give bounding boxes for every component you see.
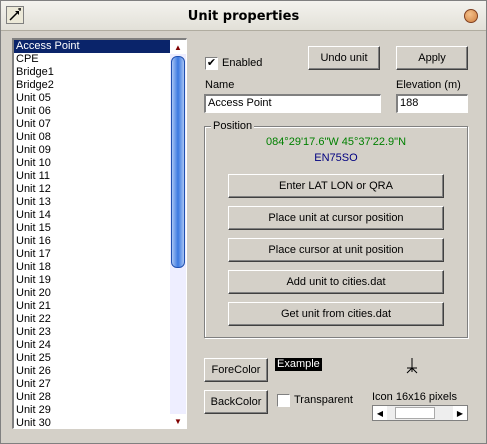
elevation-field[interactable]: 188 — [396, 94, 468, 113]
list-item[interactable]: Unit 27 — [14, 378, 170, 391]
list-item[interactable]: Unit 18 — [14, 261, 170, 274]
list-item[interactable]: Bridge1 — [14, 66, 170, 79]
get-unit-from-cities-button[interactable]: Get unit from cities.dat — [228, 302, 444, 326]
list-item[interactable]: Unit 13 — [14, 196, 170, 209]
list-item[interactable]: Unit 15 — [14, 222, 170, 235]
example-preview: Example — [275, 358, 322, 371]
list-item[interactable]: Unit 06 — [14, 105, 170, 118]
position-group-title: Position — [211, 120, 255, 132]
window-title: Unit properties — [187, 9, 300, 24]
list-item[interactable]: Unit 10 — [14, 157, 170, 170]
name-field[interactable]: Access Point — [204, 94, 381, 113]
list-item[interactable]: CPE — [14, 53, 170, 66]
unit-symbol-icon — [406, 358, 418, 374]
list-item[interactable]: Unit 08 — [14, 131, 170, 144]
scroll-right-icon[interactable]: ▶ — [453, 406, 467, 420]
list-item[interactable]: Unit 29 — [14, 404, 170, 417]
scroll-left-icon[interactable]: ◀ — [373, 406, 387, 420]
enabled-checkbox[interactable]: ✔ — [205, 57, 218, 70]
list-item[interactable]: Unit 07 — [14, 118, 170, 131]
list-item[interactable]: Unit 26 — [14, 365, 170, 378]
list-item[interactable]: Unit 17 — [14, 248, 170, 261]
list-scrollbar[interactable]: ▲ ▼ — [170, 40, 186, 428]
list-item[interactable]: Access Point — [14, 40, 170, 53]
checkmark-icon: ✔ — [206, 57, 217, 69]
enter-latlon-button[interactable]: Enter LAT LON or QRA — [228, 174, 444, 198]
close-icon[interactable] — [464, 9, 478, 23]
backcolor-button[interactable]: BackColor — [204, 390, 268, 414]
list-item[interactable]: Unit 19 — [14, 274, 170, 287]
list-item[interactable]: Unit 09 — [14, 144, 170, 157]
list-item[interactable]: Unit 14 — [14, 209, 170, 222]
forecolor-button[interactable]: ForeColor — [204, 358, 268, 382]
scroll-thumb[interactable] — [171, 56, 185, 268]
icon-scrollbar[interactable]: ◀ ▶ — [372, 405, 468, 421]
scroll-down-icon[interactable]: ▼ — [170, 414, 186, 428]
list-item[interactable]: Unit 25 — [14, 352, 170, 365]
list-item[interactable]: Unit 11 — [14, 170, 170, 183]
add-unit-to-cities-button[interactable]: Add unit to cities.dat — [228, 270, 444, 294]
place-unit-at-cursor-button[interactable]: Place unit at cursor position — [228, 206, 444, 230]
unit-list[interactable]: Access Point CPE Bridge1 Bridge2 Unit 05 Unit… — [12, 38, 187, 429]
list-item[interactable]: Unit 12 — [14, 183, 170, 196]
list-item[interactable]: Unit 30 — [14, 417, 170, 428]
list-item[interactable]: Unit 05 — [14, 92, 170, 105]
list-item[interactable]: Unit 24 — [14, 339, 170, 352]
unit-properties-window: Unit properties Access Point CPE Bridge1 Br… — [0, 0, 487, 444]
qra-text: EN75SO — [314, 152, 358, 164]
transparent-label: Transparent — [294, 394, 353, 406]
apply-button[interactable]: Apply — [396, 46, 468, 70]
list-item[interactable]: Unit 21 — [14, 300, 170, 313]
list-item[interactable]: Unit 28 — [14, 391, 170, 404]
scroll-up-icon[interactable]: ▲ — [170, 40, 186, 54]
undo-unit-button[interactable]: Undo unit — [308, 46, 380, 70]
name-label: Name — [205, 79, 235, 91]
title-bar: Unit properties — [1, 1, 486, 31]
list-item[interactable]: Unit 22 — [14, 313, 170, 326]
unit-list-items: Access Point CPE Bridge1 Bridge2 Unit 05 Unit… — [14, 40, 170, 428]
latlon-text: 084°29'17.6"W 45°37'22.9"N — [265, 136, 407, 148]
elevation-label: Elevation (m) — [396, 79, 461, 91]
place-cursor-at-unit-button[interactable]: Place cursor at unit position — [228, 238, 444, 262]
enabled-label: Enabled — [222, 57, 263, 69]
list-item[interactable]: Bridge2 — [14, 79, 170, 92]
list-item[interactable]: Unit 20 — [14, 287, 170, 300]
list-item[interactable]: Unit 23 — [14, 326, 170, 339]
icon-size-label: Icon 16x16 pixels — [372, 391, 457, 403]
list-item[interactable]: Unit 16 — [14, 235, 170, 248]
transparent-checkbox[interactable] — [277, 394, 290, 407]
icon-scroll-thumb[interactable] — [395, 407, 435, 419]
